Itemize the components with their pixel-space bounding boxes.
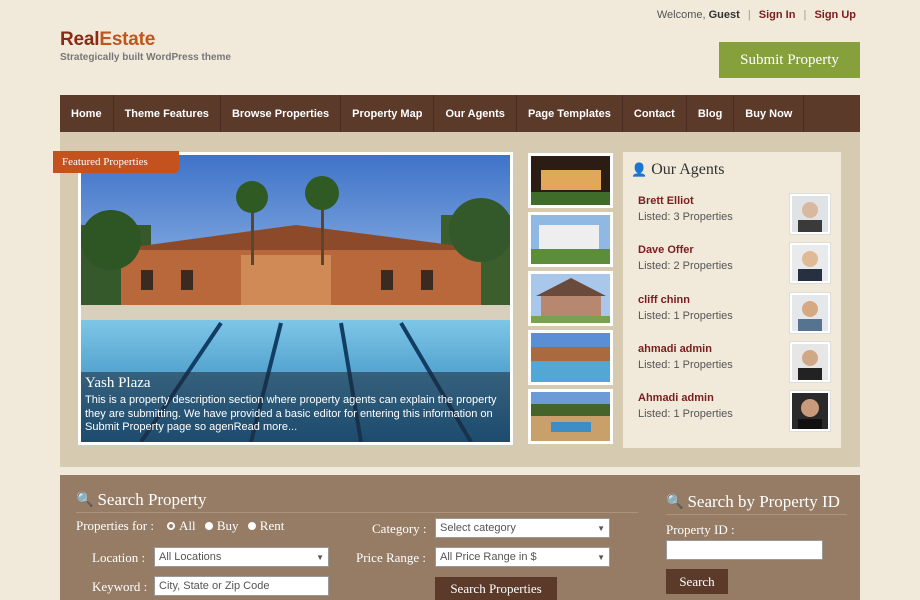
agents-panel: 👤 Our Agents Brett Elliot Listed: 3 Prop… (623, 152, 841, 448)
chevron-down-icon: ▼ (597, 552, 605, 562)
submit-property-button[interactable]: Submit Property (719, 42, 860, 78)
sign-in-link[interactable]: Sign In (759, 9, 796, 21)
chevron-down-icon: ▼ (597, 523, 605, 533)
search-icon: 🔍 (76, 492, 94, 508)
nav-buy-now[interactable]: Buy Now (734, 95, 805, 132)
agent-avatar[interactable] (789, 341, 831, 383)
agent-item: Dave Offer Listed: 2 Properties (638, 242, 831, 286)
category-select[interactable]: Select category ▼ (435, 518, 610, 538)
price-range-label: Price Range : (356, 550, 427, 565)
logo-text-2: Estate (99, 29, 156, 50)
agent-avatar[interactable] (789, 242, 831, 284)
agent-item: cliff chinn Listed: 1 Properties (638, 292, 831, 336)
location-label: Location : (92, 550, 146, 565)
slide-caption: Yash Plaza This is a property descriptio… (81, 372, 510, 442)
property-id-label: Property ID : (666, 522, 735, 537)
site-tagline: Strategically built WordPress theme (60, 52, 231, 63)
radio-all[interactable]: All (167, 518, 196, 534)
nav-blog[interactable]: Blog (687, 95, 735, 132)
logo-text-1: Real (60, 29, 100, 50)
search-id-button[interactable]: Search (666, 569, 728, 594)
search-id-title: Search by Property ID (687, 492, 840, 511)
site-logo[interactable]: RealEstate Strategically built WordPress… (60, 29, 231, 63)
thumbnail[interactable] (528, 212, 613, 267)
nav-browse-properties[interactable]: Browse Properties (221, 95, 342, 132)
agent-item: Ahmadi admin Listed: 1 Properties (638, 390, 831, 434)
search-properties-button[interactable]: Search Properties (435, 577, 557, 600)
guest-name: Guest (708, 9, 740, 21)
agent-avatar[interactable] (789, 390, 831, 432)
search-section: 🔍 Search Property Properties for : All B… (60, 475, 860, 600)
property-type-radios: All Buy Rent (167, 518, 290, 534)
category-label: Category : (372, 521, 427, 536)
agent-item: Brett Elliot Listed: 3 Properties (638, 193, 831, 237)
nav-home[interactable]: Home (60, 95, 114, 132)
search-icon: 🔍 (666, 494, 684, 510)
property-id-input[interactable] (666, 540, 823, 560)
thumbnail[interactable] (528, 330, 613, 385)
properties-for-label: Properties for : (76, 518, 154, 533)
thumbnail[interactable] (528, 153, 613, 208)
featured-badge: Featured Properties (53, 151, 179, 173)
radio-rent[interactable]: Rent (247, 518, 284, 534)
agent-avatar[interactable] (789, 193, 831, 235)
welcome-text: Welcome, (656, 9, 706, 21)
chevron-down-icon: ▼ (316, 552, 324, 562)
slide-title[interactable]: Yash Plaza (85, 375, 506, 392)
keyword-label: Keyword : (92, 579, 148, 594)
slider-thumbnails (528, 153, 613, 448)
search-title: Search Property (97, 490, 207, 509)
user-icon: 👤 (631, 162, 648, 177)
nav-page-templates[interactable]: Page Templates (517, 95, 623, 132)
keyword-input[interactable]: City, State or Zip Code (154, 576, 329, 596)
thumbnail[interactable] (528, 271, 613, 326)
sign-up-link[interactable]: Sign Up (814, 9, 856, 21)
main-nav: Home Theme Features Browse Properties Pr… (60, 95, 860, 132)
price-range-select[interactable]: All Price Range in $ ▼ (435, 547, 610, 567)
agents-title: Our Agents (651, 161, 725, 178)
thumbnail[interactable] (528, 389, 613, 444)
nav-contact[interactable]: Contact (623, 95, 687, 132)
nav-property-map[interactable]: Property Map (341, 95, 435, 132)
nav-theme-features[interactable]: Theme Features (114, 95, 221, 132)
agent-item: ahmadi admin Listed: 1 Properties (638, 341, 831, 385)
nav-our-agents[interactable]: Our Agents (434, 95, 517, 132)
user-bar: Welcome, Guest | Sign In | Sign Up (656, 9, 856, 21)
radio-buy[interactable]: Buy (204, 518, 239, 534)
agent-avatar[interactable] (789, 292, 831, 334)
location-select[interactable]: All Locations ▼ (154, 547, 329, 567)
slide-description: This is a property description section w… (85, 394, 497, 433)
